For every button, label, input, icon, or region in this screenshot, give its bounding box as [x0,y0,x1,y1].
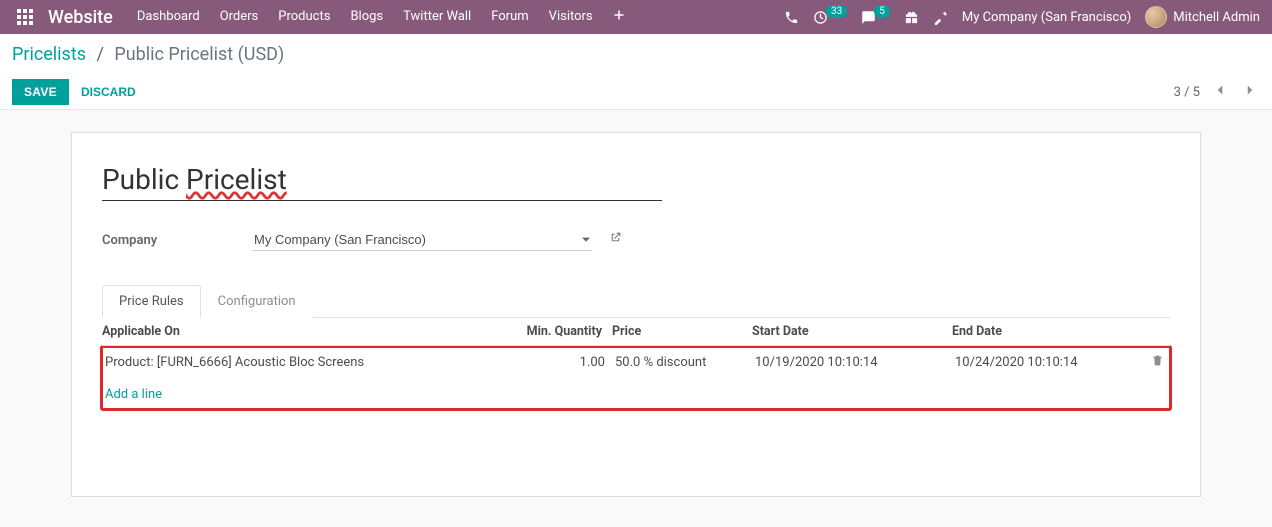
trash-icon[interactable] [1151,356,1164,371]
nav-dashboard[interactable]: Dashboard [129,3,208,31]
pager-prev-icon[interactable] [1210,80,1230,104]
price-rules-table: Applicable On Min. Quantity Price Start … [102,318,1170,410]
discard-button[interactable]: Discard [69,79,148,105]
highlighted-rule-row: Product: [FURN_6666] Acoustic Bloc Scree… [100,345,1172,411]
activities-icon[interactable]: 33 [813,10,847,25]
form-sheet: Public Pricelist Company Price Rules Con… [71,132,1201,497]
pager-next-icon[interactable] [1240,80,1260,104]
systray: 33 5 My Company (San Francisco) Mitchell… [784,6,1264,28]
breadcrumb-separator: / [97,44,104,65]
nav-plus-icon[interactable] [605,3,633,31]
breadcrumb: Pricelists / Public Pricelist (USD) [12,44,1260,65]
cell-applicable[interactable]: Product: [FURN_6666] Acoustic Bloc Scree… [105,348,525,377]
company-label: Company [102,233,252,248]
pager-text[interactable]: 3 / 5 [1174,85,1200,100]
external-link-icon[interactable] [609,233,622,248]
nav-blogs[interactable]: Blogs [342,3,391,31]
col-start-date[interactable]: Start Date [752,318,952,346]
nav-visitors[interactable]: Visitors [541,3,601,31]
col-end-date[interactable]: End Date [952,318,1144,346]
nav-twitter-wall[interactable]: Twitter Wall [395,3,479,31]
company-input[interactable] [252,229,592,251]
cell-start-date[interactable]: 10/19/2020 10:10:14 [755,348,955,377]
nav-products[interactable]: Products [270,3,338,31]
app-brand[interactable]: Website [48,7,113,28]
main-navbar: Website Dashboard Orders Products Blogs … [0,0,1272,34]
cell-min-quantity[interactable]: 1.00 [525,348,615,377]
breadcrumb-current: Public Pricelist (USD) [114,44,284,65]
phone-icon[interactable] [784,10,799,25]
control-panel: Pricelists / Public Pricelist (USD) Save… [0,34,1272,110]
discuss-badge: 5 [874,5,890,18]
save-button[interactable]: Save [12,79,69,105]
notebook-tabs: Price Rules Configuration [102,285,1170,318]
discuss-icon[interactable]: 5 [861,10,890,25]
pricelist-name-input[interactable]: Public Pricelist [102,161,662,201]
gift-icon[interactable] [904,10,919,25]
avatar [1145,6,1167,28]
user-menu[interactable]: Mitchell Admin [1145,6,1260,28]
cell-end-date[interactable]: 10/24/2020 10:10:14 [955,348,1143,377]
cell-price[interactable]: 50.0 % discount [615,348,755,377]
col-price[interactable]: Price [612,318,752,346]
breadcrumb-root[interactable]: Pricelists [12,44,86,65]
user-name: Mitchell Admin [1173,10,1260,25]
tools-icon[interactable] [933,10,948,25]
add-line-link[interactable]: Add a line [105,383,1163,402]
nav-orders[interactable]: Orders [212,3,267,31]
company-switcher[interactable]: My Company (San Francisco) [962,10,1131,25]
tab-configuration[interactable]: Configuration [201,285,313,318]
activities-badge: 33 [826,5,847,18]
table-row[interactable]: Product: [FURN_6666] Acoustic Bloc Scree… [105,348,1167,377]
nav-forum[interactable]: Forum [483,3,536,31]
pager: 3 / 5 [1174,80,1260,104]
col-min-quantity[interactable]: Min. Quantity [522,318,612,346]
company-name: My Company (San Francisco) [962,10,1131,25]
nav-menu: Dashboard Orders Products Blogs Twitter … [129,3,633,31]
col-applicable-on[interactable]: Applicable On [102,318,522,346]
apps-icon[interactable] [8,0,42,34]
tab-price-rules[interactable]: Price Rules [102,285,201,318]
